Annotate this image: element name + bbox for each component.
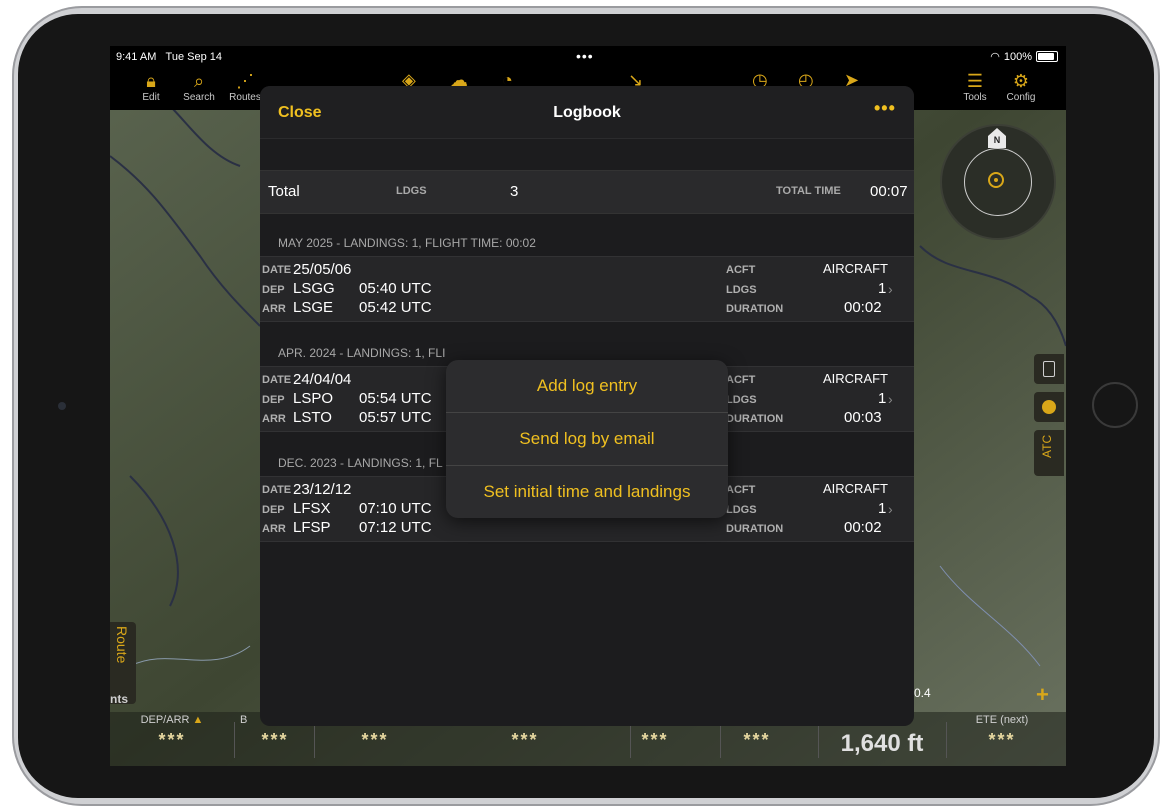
entry-ldgs: 1: [878, 280, 887, 297]
entry-date: 25/05/06: [293, 261, 352, 278]
add-log-entry-option[interactable]: Add log entry: [446, 360, 728, 412]
entry-dep: LFSX: [293, 500, 331, 517]
gear-icon: ⚙: [1012, 71, 1030, 91]
compass-center-icon: [988, 172, 1004, 188]
camera-dot: [58, 402, 66, 410]
entry-dep-time: 07:10 UTC: [359, 500, 432, 517]
route-tab-suffix: nts: [110, 692, 128, 706]
entry-dep: LSPO: [293, 390, 334, 407]
entry-arr-time: 07:12 UTC: [359, 519, 432, 536]
record-button[interactable]: [1034, 392, 1064, 422]
entry-dep-time: 05:40 UTC: [359, 280, 432, 297]
entry-ldgs: 1: [878, 500, 887, 517]
instrument-ete-next[interactable]: ETE (next) ***: [956, 712, 1048, 766]
home-button[interactable]: [1092, 382, 1138, 428]
wifi-icon: ◠: [990, 51, 1000, 63]
chevron-right-icon: ›: [888, 501, 893, 517]
entry-dep: LSGG: [293, 280, 335, 297]
entry-arr-time: 05:42 UTC: [359, 299, 432, 316]
map-scale: 0.4: [914, 686, 931, 700]
entry-arr: LFSP: [293, 519, 331, 536]
log-entry-row[interactable]: DATE 25/05/06 DEP LSGG 05:40 UTC ARR LSG…: [260, 256, 914, 322]
zoom-in-button[interactable]: +: [1036, 682, 1049, 708]
entry-duration: 00:03: [844, 409, 882, 426]
entry-arr: LSTO: [293, 409, 332, 426]
entry-arr-time: 05:57 UTC: [359, 409, 432, 426]
checklist-button[interactable]: [1034, 354, 1064, 384]
section-header: MAY 2025 - LANDINGS: 1, FLIGHT TIME: 00:…: [278, 236, 536, 250]
entry-aircraft: AIRCRAFT: [823, 481, 888, 496]
total-time-value: 00:07: [870, 183, 908, 200]
total-label: Total: [268, 183, 300, 200]
entry-arr: LSGE: [293, 299, 334, 316]
menu-icon: ☰: [966, 71, 984, 91]
entry-duration: 00:02: [844, 519, 882, 536]
search-icon: ⌕: [193, 71, 205, 91]
entry-date: 24/04/04: [293, 371, 352, 388]
logbook-panel: Close Logbook ••• Total LDGS 3 TOTAL TIM…: [260, 86, 914, 726]
status-bar: 9:41 AM Tue Sep 14 ••• ◠ 100%: [110, 46, 1066, 68]
chevron-right-icon: ›: [888, 281, 893, 297]
entry-aircraft: AIRCRAFT: [823, 261, 888, 276]
chevron-right-icon: ›: [888, 391, 893, 407]
total-ldgs-label: LDGS: [396, 185, 427, 197]
total-row: Total LDGS 3 TOTAL TIME 00:07: [260, 170, 914, 214]
compass-north-marker: N: [988, 128, 1006, 148]
search-button[interactable]: ⌕ Search: [174, 68, 224, 110]
config-button[interactable]: ⚙ Config: [996, 68, 1046, 110]
entry-dep-time: 05:54 UTC: [359, 390, 432, 407]
section-header: DEC. 2023 - LANDINGS: 1, FL: [278, 456, 443, 470]
total-time-label: TOTAL TIME: [776, 185, 841, 197]
entry-date: 23/12/12: [293, 481, 352, 498]
compass-widget[interactable]: N: [940, 124, 1056, 240]
options-menu: Add log entry Send log by email Set init…: [446, 360, 728, 518]
edit-button[interactable]: 🔒︎ Edit: [126, 68, 176, 110]
logbook-title: Logbook: [553, 104, 621, 121]
screen: 9:41 AM Tue Sep 14 ••• ◠ 100% 🔒︎ Edit ⌕ S…: [110, 46, 1066, 766]
set-initial-time-option[interactable]: Set initial time and landings: [446, 466, 728, 518]
atc-button[interactable]: ATC: [1034, 430, 1064, 476]
multitask-dots[interactable]: •••: [576, 48, 594, 64]
more-options-icon[interactable]: •••: [874, 98, 896, 119]
lock-icon: 🔒︎: [146, 71, 156, 91]
battery-icon: [1036, 51, 1058, 62]
battery-indicator: ◠ 100%: [990, 50, 1058, 63]
status-time: 9:41 AM Tue Sep 14: [116, 51, 222, 63]
logbook-header: Close Logbook •••: [260, 86, 914, 139]
tools-button[interactable]: ☰ Tools: [950, 68, 1000, 110]
entry-duration: 00:02: [844, 299, 882, 316]
section-header: APR. 2024 - LANDINGS: 1, FLI: [278, 346, 446, 360]
total-ldgs-value: 3: [510, 183, 519, 200]
entry-ldgs: 1: [878, 390, 887, 407]
send-log-email-option[interactable]: Send log by email: [446, 413, 728, 465]
instrument-dep-arr[interactable]: DEP/ARR ▲ ***: [128, 712, 216, 766]
entry-aircraft: AIRCRAFT: [823, 371, 888, 386]
